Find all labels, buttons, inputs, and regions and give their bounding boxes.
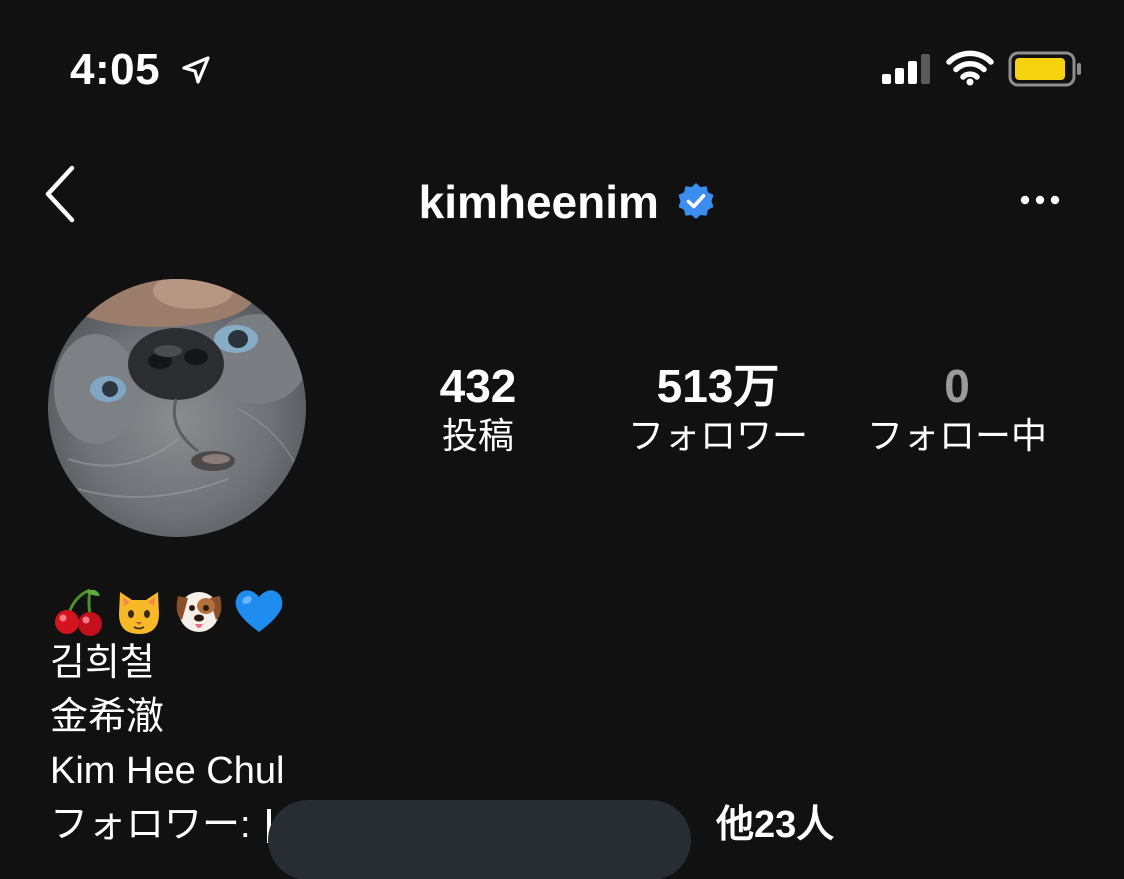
bio-english-name: Kim Hee Chul (50, 750, 285, 792)
following-label: フォロー中 (866, 415, 1047, 456)
posts-count[interactable]: 432 投稿 (388, 358, 568, 460)
posts-value: 432 (439, 360, 517, 412)
bio-hanja-name: 金希澈 (50, 696, 165, 738)
more-options-button[interactable] (1012, 184, 1068, 216)
battery-icon (1008, 51, 1081, 87)
location-arrow-icon (182, 56, 210, 84)
wifi-icon (946, 50, 994, 86)
following-count[interactable]: 0 フォロー中 (852, 358, 1062, 460)
cherries-icon (55, 588, 102, 636)
cat-face-icon (119, 592, 159, 634)
header-title: kimheenim (0, 172, 1124, 232)
followed-by-prefix: フォロワー: (50, 804, 262, 846)
dog-face-icon (176, 592, 222, 632)
followers-count[interactable]: 513万 フォロワー (598, 358, 838, 460)
bio-korean-name: 김희철 (50, 642, 155, 684)
followers-value: 513万 (656, 360, 780, 412)
redaction-overlay (268, 800, 691, 879)
cellular-signal-icon (882, 54, 930, 84)
bio-emojis (52, 584, 286, 636)
profile-avatar[interactable] (48, 279, 306, 537)
blue-heart-icon (235, 590, 283, 632)
followed-by-text[interactable]: フォロワー: (50, 800, 272, 850)
status-time: 4:05 (70, 45, 161, 94)
verified-badge-icon (678, 183, 714, 219)
following-value: 0 (944, 360, 970, 412)
username: kimheenim (418, 176, 659, 228)
posts-label: 投稿 (441, 415, 514, 456)
followed-by-others[interactable]: 他23人 (716, 800, 834, 850)
profile-screen: 4:05 kimheenim 432 投稿 513万 フォロワー 0 フォロー中… (0, 0, 1124, 879)
followers-label: フォロワー (627, 415, 808, 456)
back-button[interactable] (38, 162, 84, 226)
